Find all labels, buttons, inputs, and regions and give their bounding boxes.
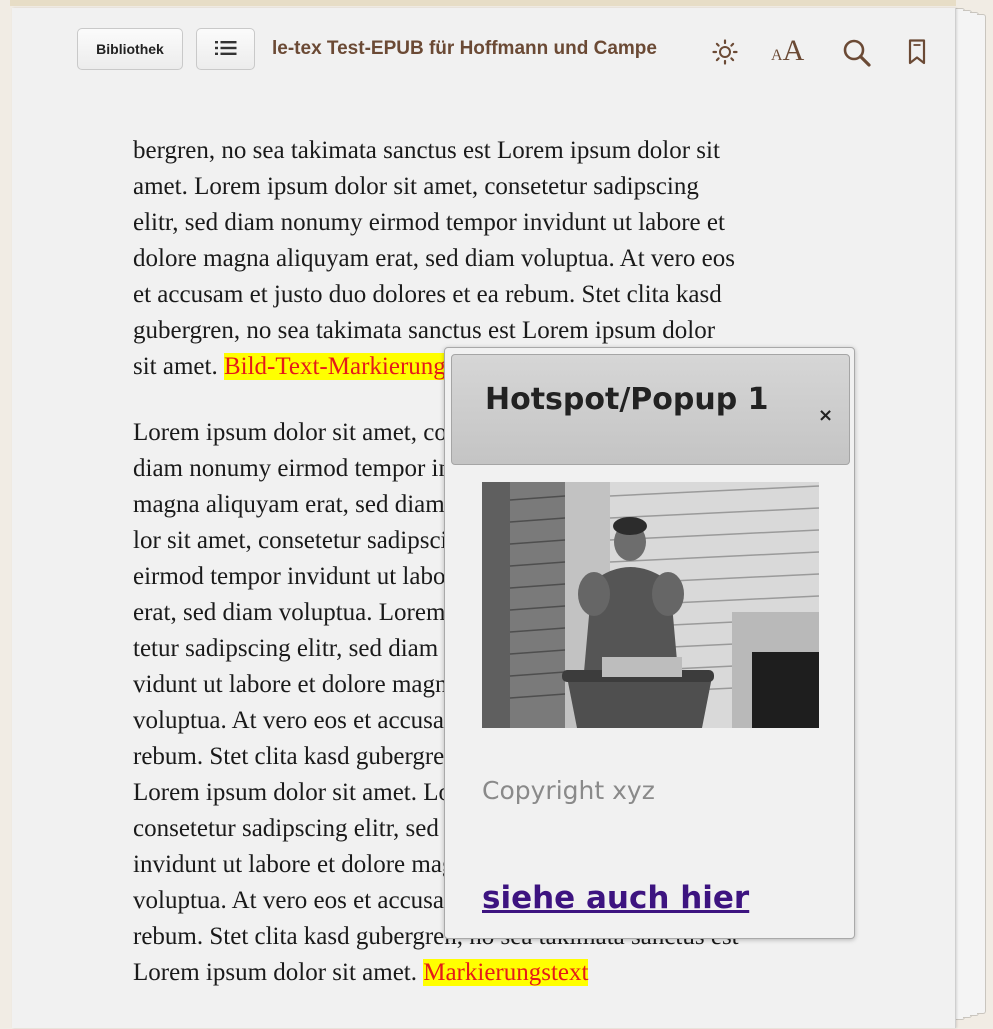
text-line: bergren, no sea takimata sanctus est Lor…: [133, 137, 720, 164]
text-line: dolore magna aliquyam erat, sed diam vol…: [133, 245, 735, 272]
font-small-glyph: A: [771, 47, 783, 64]
text-line: elitr, sed diam nonumy eirmod tempor inv…: [133, 209, 725, 236]
popup-photo: [482, 482, 819, 728]
image-text-marker[interactable]: Bild-Text-Markierung: [223, 353, 446, 380]
text-marker[interactable]: Markierungstext: [423, 959, 589, 986]
close-icon[interactable]: ×: [818, 405, 833, 426]
search-icon[interactable]: [842, 38, 872, 73]
font-large-glyph: A: [782, 34, 805, 67]
popup-header: Hotspot/Popup 1 ×: [451, 354, 850, 465]
bookmark-icon[interactable]: [908, 39, 926, 70]
text-line: amet. Lorem ipsum dolor sit amet, conset…: [133, 173, 699, 200]
book-top-edge: [10, 0, 956, 6]
see-also-link[interactable]: siehe auch hier: [482, 880, 749, 916]
font-size-icon[interactable]: AA: [771, 34, 804, 68]
hotspot-popup: Hotspot/Popup 1 × Copyright xyz siehe au…: [444, 347, 855, 939]
text-fragment: sit amet.: [133, 353, 224, 380]
list-icon: [214, 40, 237, 59]
page-stack-edge: [977, 14, 986, 1014]
text-line: et accusam et justo duo dolores et ea re…: [133, 281, 722, 308]
book-title: le-tex Test-EPUB für Hoffmann und Campe: [272, 38, 657, 59]
text-line: gubergren, no sea takimata sanctus est L…: [133, 317, 716, 344]
library-button[interactable]: Bibliothek: [77, 28, 183, 70]
popup-title: Hotspot/Popup 1: [485, 382, 769, 417]
table-of-contents-button[interactable]: [196, 28, 255, 70]
brightness-icon[interactable]: [712, 39, 738, 70]
text-line: Lorem ipsum dolor sit amet. Markierungst…: [133, 955, 863, 991]
text-fragment: Lorem ipsum dolor sit amet.: [133, 959, 424, 986]
popup-caption: Copyright xyz: [482, 776, 655, 805]
